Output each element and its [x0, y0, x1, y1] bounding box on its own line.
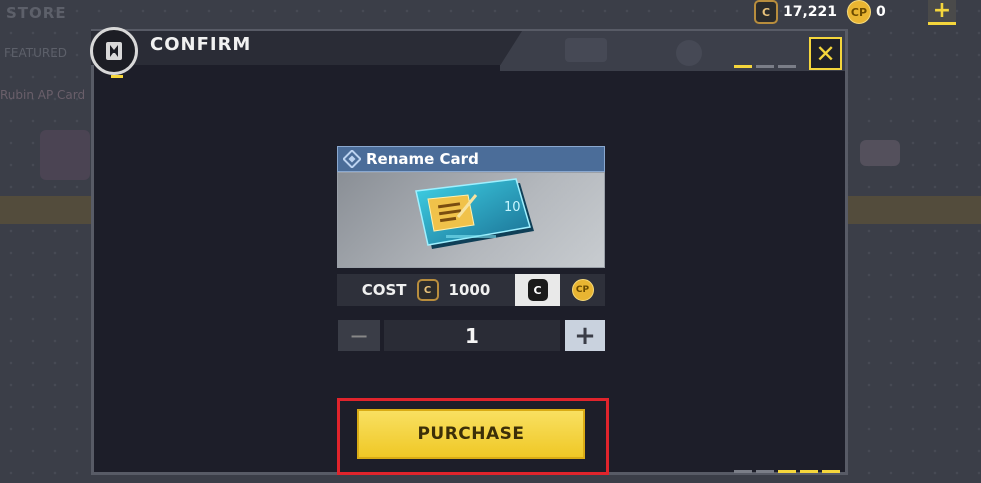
add-currency-button[interactable]: + [928, 0, 956, 25]
cod-points-value: 17,221 [783, 4, 838, 20]
background-item-card [860, 140, 900, 166]
currency-toggle: C CP [515, 274, 605, 306]
cp-points-icon: CP [571, 279, 594, 301]
item-header: Rename Card [337, 146, 605, 172]
item-image: 10 [337, 172, 605, 268]
rename-card-icon: 10 [415, 178, 534, 249]
quantity-value: 1 [384, 320, 560, 351]
cp-points-value: 0 [876, 4, 886, 20]
background-price-strip [0, 196, 95, 224]
cp-currency-option[interactable]: CP [560, 274, 605, 306]
page-dot [734, 470, 752, 473]
featured-tab: FEATURED [4, 46, 68, 60]
cp-points-display: CP 0 [847, 0, 886, 24]
quantity-decrease-button[interactable]: − [338, 320, 380, 351]
cod-points-icon: C [416, 279, 439, 301]
cod-points-icon: C [527, 279, 548, 301]
cod-points-display: C 17,221 [754, 0, 837, 24]
cod-points-icon: C [754, 0, 778, 24]
quantity-increase-button[interactable]: + [565, 320, 605, 351]
bottom-page-indicator [734, 470, 840, 473]
cost-label: COST [361, 281, 407, 299]
page-dot [778, 470, 796, 473]
emblem-accent [111, 75, 123, 78]
page-dot [778, 65, 796, 68]
dialog-title: CONFIRM [150, 34, 252, 55]
store-label: STORE [6, 4, 67, 22]
card-number-label: 10 [504, 200, 521, 215]
background-tab-icon [676, 40, 702, 66]
page-indicator [734, 65, 796, 68]
cod-currency-option[interactable]: C [515, 274, 560, 306]
page-dot [756, 65, 774, 68]
background-item-label: Rubin AP Card [0, 88, 86, 102]
item-diamond-icon [343, 150, 361, 168]
background-price-strip [840, 196, 981, 224]
cp-points-icon: CP [847, 0, 871, 24]
item-name: Rename Card [366, 150, 479, 168]
background-tab-icon [565, 38, 607, 62]
purchase-button[interactable]: PURCHASE [357, 409, 585, 459]
page-dot [822, 470, 840, 473]
cod-emblem-icon [90, 27, 138, 75]
close-button[interactable]: ✕ [809, 37, 842, 70]
page-dot [800, 470, 818, 473]
page-dot [756, 470, 774, 473]
cost-amount: 1000 [448, 281, 491, 299]
background-item-card [40, 130, 90, 180]
page-dot [734, 65, 752, 68]
cost-row: COST C 1000 [337, 274, 515, 306]
